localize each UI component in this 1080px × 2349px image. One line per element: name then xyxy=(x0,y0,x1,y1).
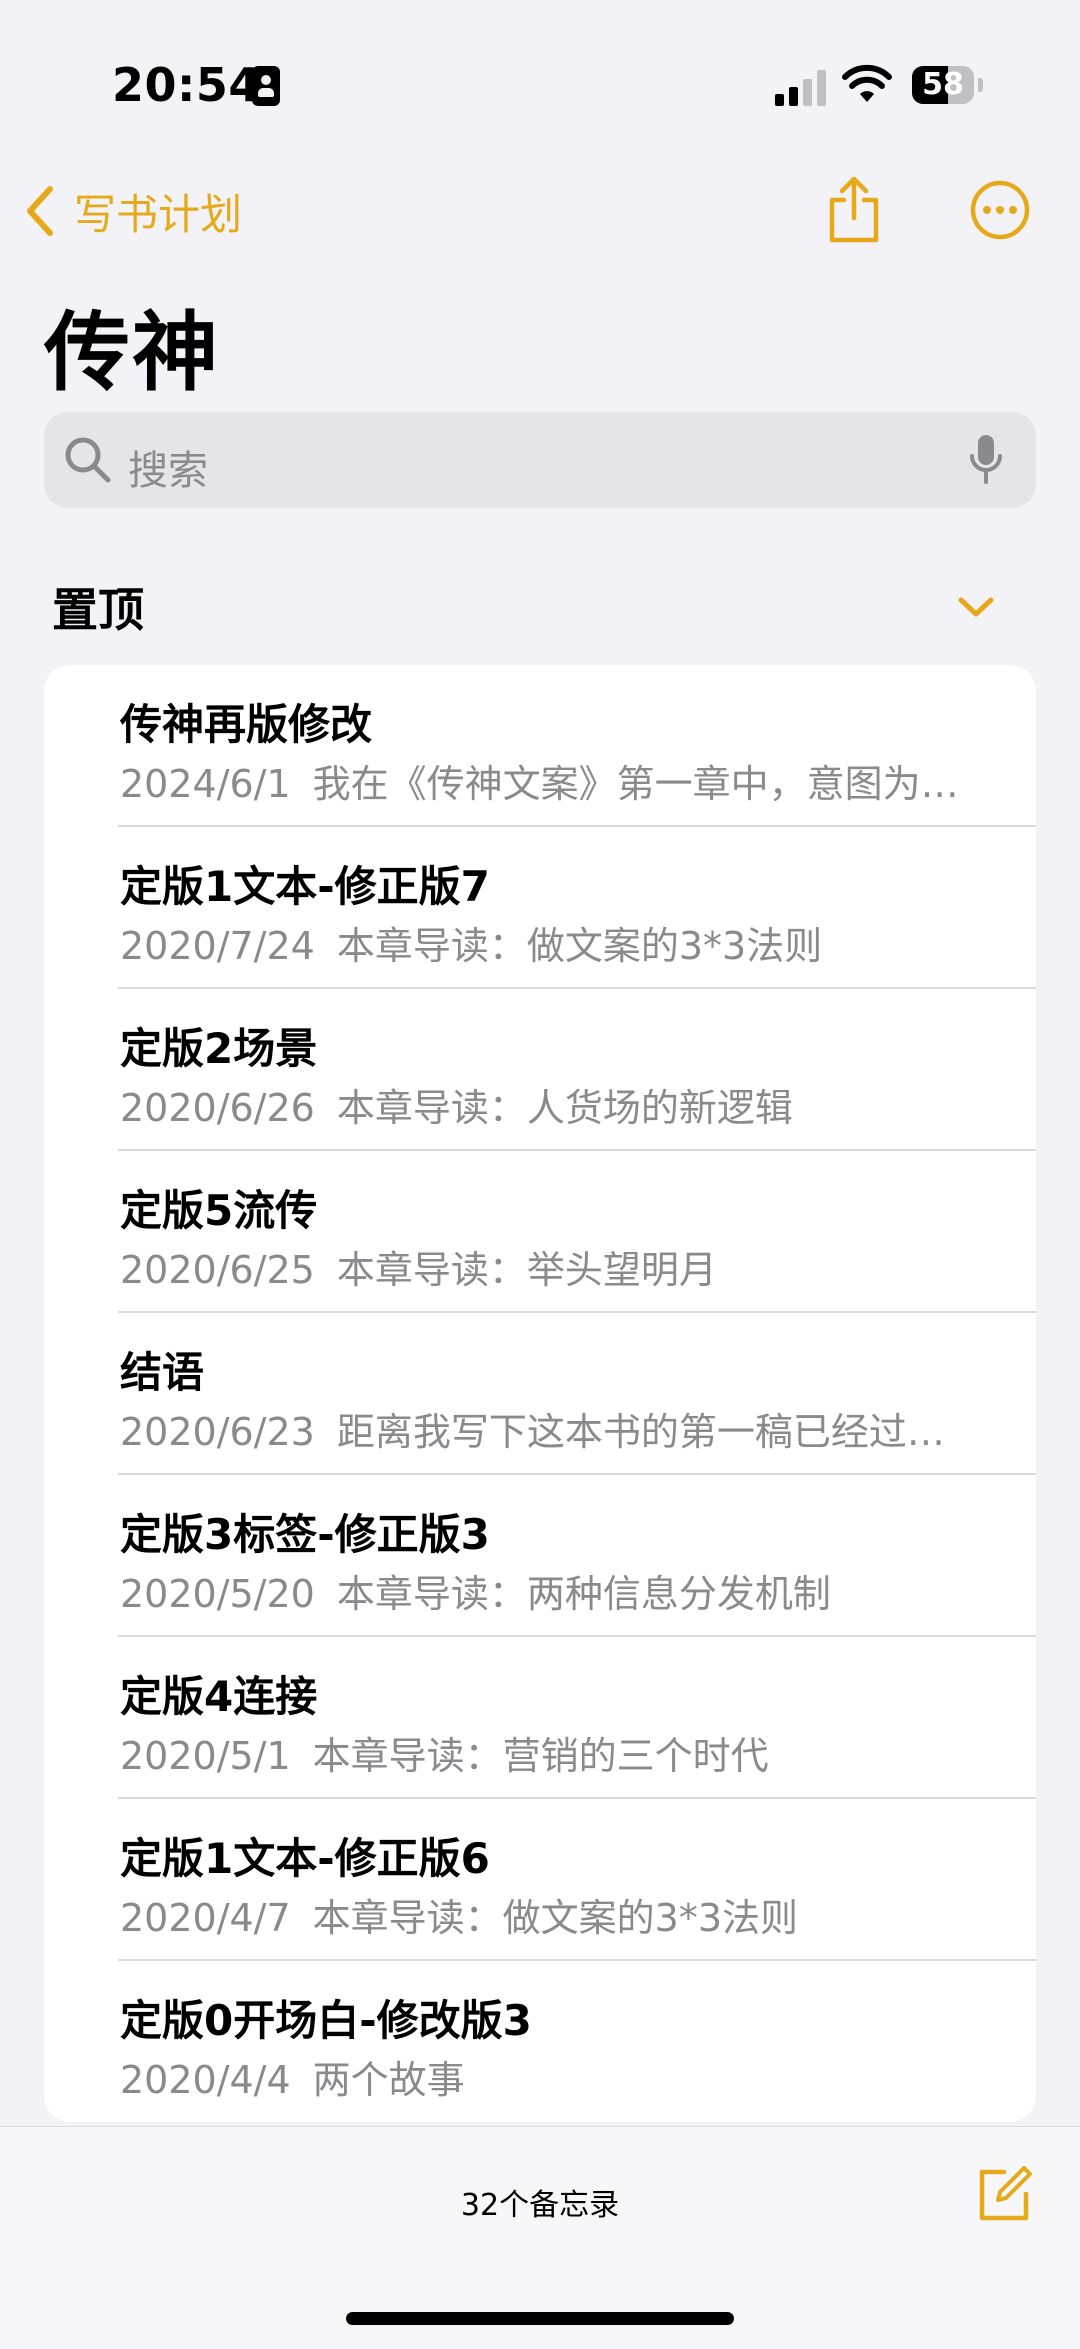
contact-card-icon xyxy=(252,66,280,106)
notes-count: 32个备忘录 xyxy=(460,2188,620,2223)
list-item[interactable]: 定版1文本-修正版7 2020/7/24 本章导读：做文案的3*3法则 xyxy=(44,827,1036,989)
back-chevron-icon xyxy=(27,186,53,236)
note-title: 定版1文本-修正版6 xyxy=(120,1834,490,1883)
list-item[interactable]: 定版3标签-修正版3 2020/5/20 本章导读：两种信息分发机制 xyxy=(44,1475,1036,1637)
list-item[interactable]: 定版4连接 2020/5/1 本章导读：营销的三个时代 xyxy=(44,1637,1036,1799)
list-item[interactable]: 定版2场景 2020/6/26 本章导读：人货场的新逻辑 xyxy=(44,989,1036,1151)
compose-icon[interactable] xyxy=(974,2164,1034,2224)
note-preview-line: 2020/4/4 两个故事 xyxy=(120,2049,1020,2104)
note-preview: 本章导读：两种信息分发机制 xyxy=(336,1572,831,1616)
back-button-label: 写书计划 xyxy=(74,189,243,239)
note-preview-line: 2020/5/1 本章导读：营销的三个时代 xyxy=(120,1725,1020,1780)
status-bar: 20:54 58 xyxy=(0,0,1080,150)
note-preview-line: 2020/6/26 本章导读：人货场的新逻辑 xyxy=(120,1077,1020,1132)
note-preview-line: 2020/7/24 本章导读：做文案的3*3法则 xyxy=(120,915,1020,970)
note-title: 定版0开场白-修改版3 xyxy=(120,1996,532,2045)
note-preview: 两个故事 xyxy=(312,2058,465,2102)
note-title: 结语 xyxy=(120,1348,205,1397)
note-date: 2020/7/24 xyxy=(120,924,315,968)
battery-icon: 58 xyxy=(912,66,974,104)
note-date: 2020/5/20 xyxy=(120,1572,315,1616)
back-button[interactable]: 写书计划 xyxy=(22,180,242,242)
note-preview-line: 2024/6/1 我在《传神文案》第一章中，意图为… xyxy=(120,753,1020,808)
search-placeholder: 搜索 xyxy=(128,448,208,494)
note-date: 2020/4/4 xyxy=(120,2058,291,2102)
note-date: 2020/6/25 xyxy=(120,1248,315,1292)
note-title: 传神再版修改 xyxy=(120,700,373,749)
notes-list: 传神再版修改 2024/6/1 我在《传神文案》第一章中，意图为… 定版1文本-修… xyxy=(44,665,1036,2122)
search-icon xyxy=(65,437,111,483)
note-date: 2024/6/1 xyxy=(120,762,291,806)
home-indicator[interactable] xyxy=(346,2312,734,2325)
note-preview-line: 2020/6/23 距离我写下这本书的第一稿已经过… xyxy=(120,1401,1020,1456)
note-title: 定版1文本-修正版7 xyxy=(120,862,490,911)
note-preview: 本章导读：举头望明月 xyxy=(336,1248,717,1292)
section-header-pinned: 置顶 xyxy=(52,583,144,637)
note-title: 定版2场景 xyxy=(120,1024,318,1073)
note-preview: 我在《传神文案》第一章中，意图为… xyxy=(312,762,959,806)
battery-tip xyxy=(978,78,983,92)
note-preview-line: 2020/4/7 本章导读：做文案的3*3法则 xyxy=(120,1887,1020,1942)
note-preview: 本章导读：营销的三个时代 xyxy=(312,1734,769,1778)
note-preview: 本章导读：人货场的新逻辑 xyxy=(336,1086,793,1130)
search-field[interactable]: 搜索 xyxy=(44,412,1036,508)
more-icon[interactable] xyxy=(970,180,1030,240)
note-preview: 距离我写下这本书的第一稿已经过… xyxy=(336,1410,945,1454)
note-preview: 本章导读：做文案的3*3法则 xyxy=(312,1896,799,1940)
note-preview-line: 2020/5/20 本章导读：两种信息分发机制 xyxy=(120,1563,1020,1618)
battery-percentage: 58 xyxy=(922,67,964,102)
page-title: 传神 xyxy=(44,303,220,403)
note-date: 2020/5/1 xyxy=(120,1734,291,1778)
note-preview-line: 2020/6/25 本章导读：举头望明月 xyxy=(120,1239,1020,1294)
note-title: 定版3标签-修正版3 xyxy=(120,1510,490,1559)
note-date: 2020/6/23 xyxy=(120,1410,315,1454)
note-title: 定版5流传 xyxy=(120,1186,318,1235)
note-preview: 本章导读：做文案的3*3法则 xyxy=(336,924,823,968)
note-date: 2020/6/26 xyxy=(120,1086,315,1130)
note-date: 2020/4/7 xyxy=(120,1896,291,1940)
chevron-down-icon[interactable] xyxy=(956,594,996,620)
wifi-icon xyxy=(842,64,892,102)
cellular-signal-icon xyxy=(775,68,827,106)
share-icon[interactable] xyxy=(826,176,882,244)
status-time: 20:54 xyxy=(112,58,261,112)
list-item[interactable]: 结语 2020/6/23 距离我写下这本书的第一稿已经过… xyxy=(44,1313,1036,1475)
list-item[interactable]: 传神再版修改 2024/6/1 我在《传神文案》第一章中，意图为… xyxy=(44,665,1036,827)
mic-icon[interactable] xyxy=(968,432,1004,488)
list-item[interactable]: 定版5流传 2020/6/25 本章导读：举头望明月 xyxy=(44,1151,1036,1313)
list-item[interactable]: 定版0开场白-修改版3 2020/4/4 两个故事 xyxy=(44,1961,1036,2122)
note-title: 定版4连接 xyxy=(120,1672,318,1721)
list-item[interactable]: 定版1文本-修正版6 2020/4/7 本章导读：做文案的3*3法则 xyxy=(44,1799,1036,1961)
